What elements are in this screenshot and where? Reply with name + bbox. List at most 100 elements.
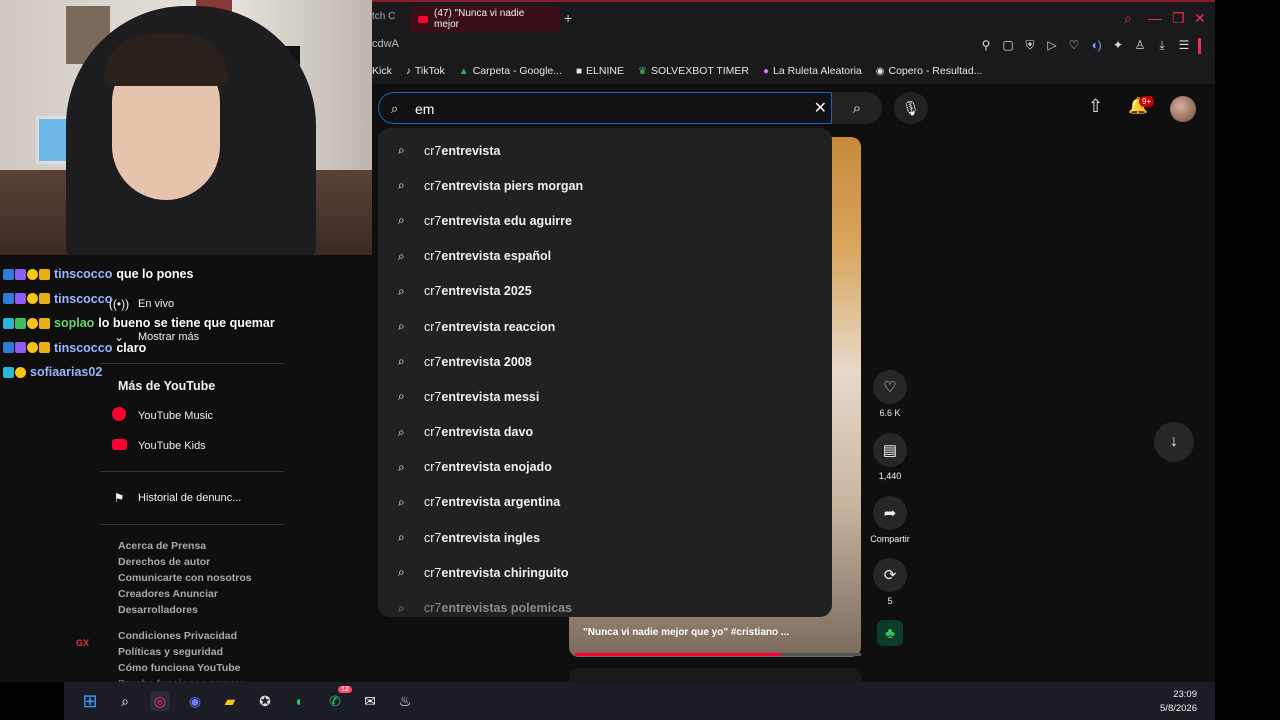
extensions-icon[interactable]: ✦ [1110, 38, 1126, 54]
suggestion-item[interactable]: ⌕ cr7 entrevista davo [378, 415, 832, 450]
sound-button[interactable]: ♣ [877, 620, 903, 646]
shield-icon[interactable]: ⛨ [1022, 38, 1038, 54]
sidebar-item-youtube-music[interactable]: YouTube Music [100, 407, 213, 424]
remix-action: ⟳ 5 [870, 558, 910, 606]
clock-date: 5/8/2026 [1160, 703, 1197, 714]
search-icon: ⌕ [398, 319, 405, 334]
like-button[interactable]: ♡ [873, 370, 907, 404]
footer-link[interactable]: Comunicarte con nosotros [118, 570, 252, 586]
suggestion-text: entrevista chiringuito [441, 565, 569, 580]
suggestion-text: entrevista argentina [441, 495, 561, 510]
address-bar[interactable]: cdwA ⚲ ▢ ⛨ ▷ ♡ ◖) ✦ ♙ ⤓ ☰ [372, 34, 1215, 58]
maximize-icon[interactable]: ❐ [1172, 10, 1185, 27]
upload-icon[interactable]: ⇧ [1088, 96, 1103, 117]
suggestion-item[interactable]: ⌕ cr7 entrevistas polemicas [378, 590, 832, 617]
sidebar-item-youtube-kids[interactable]: YouTube Kids [100, 439, 206, 453]
discord-icon[interactable]: ◉ [185, 691, 205, 711]
whatsapp-icon[interactable]: ✆ [325, 691, 345, 711]
tab-previous[interactable]: tch C [372, 11, 395, 22]
sidebar-item-report-history[interactable]: ⚑ Historial de denunc... [100, 491, 242, 505]
suggestion-text: entrevista messi [441, 389, 540, 404]
suggestion-item[interactable]: ⌕ cr7 entrevista enojado [378, 450, 832, 485]
youtube-music-icon [112, 407, 126, 421]
sound-icon[interactable]: ◖) [1088, 38, 1104, 54]
arrow-down-icon: ↓ [1170, 433, 1178, 450]
account-icon[interactable]: ♙ [1132, 38, 1148, 54]
bookmark-drive[interactable]: ▲ Carpeta - Google... [459, 65, 562, 77]
suggestion-item[interactable]: ⌕ cr7 entrevista messi [378, 379, 832, 414]
steam-icon[interactable]: ♨ [395, 691, 415, 711]
play-icon[interactable]: ▷ [1044, 38, 1060, 54]
suggestion-item[interactable]: ⌕ cr7 entrevista 2025 [378, 274, 832, 309]
comment-icon: ▤ [882, 442, 898, 459]
share-button[interactable]: ➦ [873, 496, 907, 530]
bookmark-elnine[interactable]: ■ ELNINE [576, 65, 624, 77]
footer-link[interactable]: Políticas y seguridad [118, 644, 245, 660]
bookmark-ruleta[interactable]: ● La Ruleta Aleatoria [763, 65, 862, 77]
suggestion-prefix: cr7 [424, 354, 442, 369]
chat-text: que lo pones [116, 267, 194, 282]
footer-link[interactable]: Desarrolladores [118, 602, 252, 618]
remix-button[interactable]: ⟳ [873, 558, 907, 592]
search-button[interactable]: ⌕ [832, 92, 882, 124]
xbox-icon[interactable]: ✉ [360, 691, 380, 711]
suggestion-item[interactable]: ⌕ cr7 entrevista chiringuito [378, 555, 832, 590]
like-count: 6.6 K [879, 408, 901, 418]
footer-link[interactable]: Creadores Anunciar [118, 586, 252, 602]
suggestion-text: entrevista español [441, 249, 552, 264]
spotify-icon[interactable]: ◐ [290, 691, 310, 711]
suggestion-item[interactable]: ⌕ cr7 entrevista ingles [378, 520, 832, 555]
suggestion-item[interactable]: ⌕ cr7 entrevista reaccion [378, 309, 832, 344]
suggestion-item[interactable]: ⌕ cr7 entrevista [378, 133, 832, 168]
menu-icon[interactable]: ☰ [1176, 38, 1192, 54]
chat-message: tinscocco claro [0, 336, 372, 361]
suggestion-text: entrevistas polemicas [441, 601, 572, 616]
short-title[interactable]: "Nunca vi nadie mejor que yo" #cristiano… [583, 627, 789, 638]
pin-icon[interactable]: ⚲ [978, 38, 994, 54]
footer-link[interactable]: Cómo funciona YouTube [118, 660, 245, 676]
search-input[interactable] [415, 99, 775, 119]
webcam-person-hair [104, 34, 228, 86]
footer-link[interactable]: Derechos de autor [118, 554, 252, 570]
avatar[interactable] [1170, 96, 1196, 122]
plus-icon[interactable]: + [564, 10, 572, 26]
suggestion-item[interactable]: ⌕ cr7 entrevista argentina [378, 485, 832, 520]
chat-badges [3, 342, 50, 354]
footer-link[interactable]: Condiciones Privacidad [118, 628, 245, 644]
tab-active[interactable]: (47) "Nunca vi nadie mejor [410, 6, 560, 32]
close-icon[interactable]: ✕ [1194, 10, 1206, 27]
comments-button[interactable]: ▤ [873, 433, 907, 467]
bookmark-solvexbot[interactable]: ♛ SOLVEXBOT TIMER [638, 65, 749, 77]
clear-search-icon[interactable]: ✕ [814, 98, 827, 118]
search-icon[interactable]: ⌕ [115, 691, 135, 711]
folder-icon[interactable]: ▰ [220, 691, 240, 711]
clock[interactable]: 23:09 5/8/2026 [1160, 688, 1197, 716]
search-icon: ⌕ [398, 248, 405, 263]
bookmark-tiktok[interactable]: ♪ TikTok [406, 65, 445, 77]
bookmark-copero[interactable]: ◉ Copero - Resultad... [876, 65, 983, 77]
suggestion-item[interactable]: ⌕ cr7 entrevista piers morgan [378, 168, 832, 203]
toolbar-icons: ⚲ ▢ ⛨ ▷ ♡ ◖) ✦ ♙ ⤓ ☰ [978, 38, 1201, 54]
suggestion-item[interactable]: ⌕ cr7 entrevista español [378, 239, 832, 274]
voice-search-button[interactable]: 🎙 [894, 92, 928, 124]
solvexbot-icon: ♛ [637, 65, 647, 77]
suggestion-item[interactable]: ⌕ cr7 entrevista 2008 [378, 344, 832, 379]
bookmark-kick[interactable]: Kick [372, 65, 392, 77]
heart-icon[interactable]: ♡ [1066, 38, 1082, 54]
app-icon[interactable]: ✪ [255, 691, 275, 711]
search-box[interactable]: ⌕ ✕ [378, 92, 832, 124]
suggestion-item[interactable]: ⌕ cr7 entrevista edu aguirre [378, 203, 832, 238]
footer-link[interactable]: Acerca de Prensa [118, 538, 252, 554]
windows-start-icon[interactable]: ⊞ [80, 691, 100, 711]
accent-bar [1198, 38, 1201, 54]
short-progress-bar[interactable] [575, 653, 861, 656]
opera-gx-icon[interactable]: ◎ [150, 691, 170, 711]
next-short-button[interactable]: ↓ [1154, 422, 1194, 462]
search-icon[interactable]: ⌕ [1124, 10, 1132, 27]
minimize-icon[interactable]: — [1148, 10, 1162, 26]
download-icon[interactable]: ⤓ [1154, 38, 1170, 54]
chat-message: tinscocco que lo pones [0, 262, 372, 287]
chat-badges [3, 317, 50, 329]
snapshot-icon[interactable]: ▢ [1000, 38, 1016, 54]
suggestion-prefix: cr7 [424, 143, 442, 158]
